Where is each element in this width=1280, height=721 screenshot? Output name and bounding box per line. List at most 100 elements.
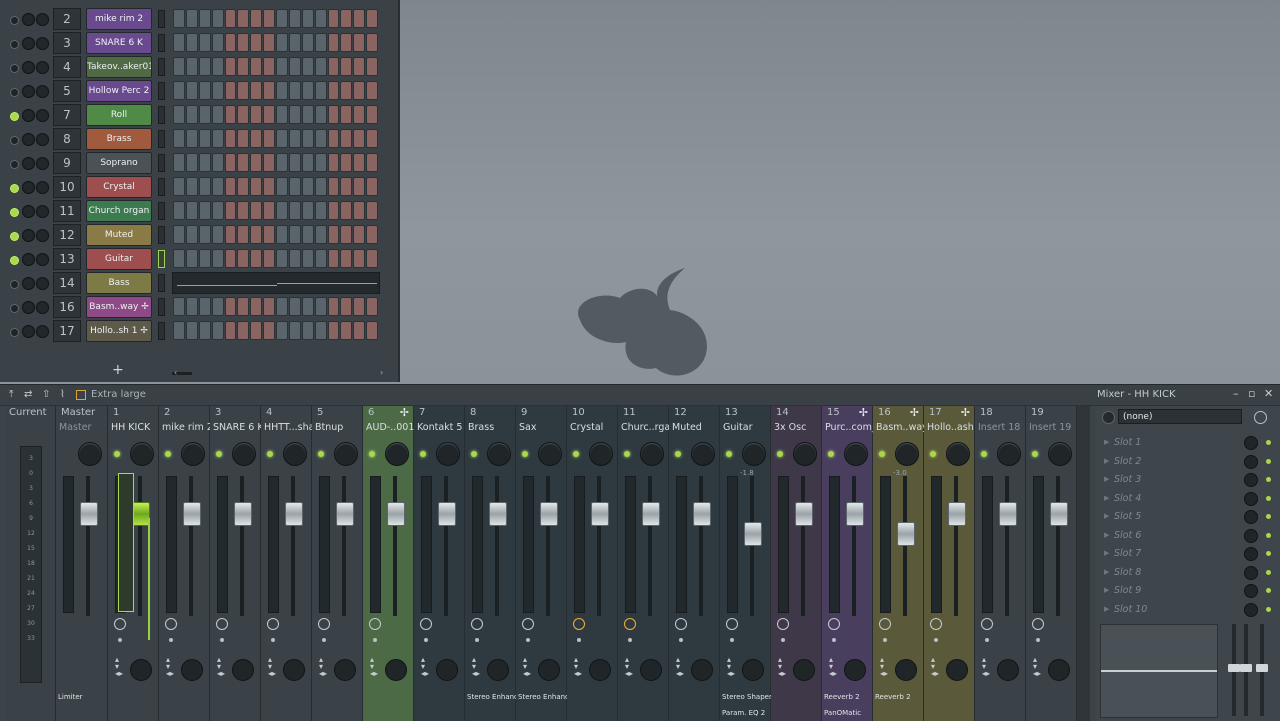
effect-slot[interactable]: ▶ Slot 5 xyxy=(1102,508,1280,526)
route-icon[interactable] xyxy=(879,618,891,630)
route-icon[interactable] xyxy=(675,618,687,630)
step-button[interactable] xyxy=(224,249,237,268)
pan-knob[interactable] xyxy=(232,442,256,466)
slot-label[interactable]: Slot 9 xyxy=(1114,585,1141,596)
step-button[interactable] xyxy=(185,201,198,220)
channel-led[interactable] xyxy=(10,160,19,169)
eq-fader-low[interactable] xyxy=(1228,624,1240,716)
channel-number[interactable]: 16 xyxy=(53,296,81,318)
step-button[interactable] xyxy=(353,201,366,220)
step-button[interactable] xyxy=(327,57,340,76)
pan-knob[interactable] xyxy=(22,325,35,338)
slot-mix-knob[interactable] xyxy=(1244,602,1258,617)
step-button[interactable] xyxy=(288,9,301,28)
volume-fader[interactable] xyxy=(336,502,354,526)
step-button[interactable] xyxy=(366,297,378,316)
slot-mix-knob[interactable] xyxy=(1244,510,1258,524)
step-button[interactable] xyxy=(340,321,353,340)
stereo-separation-icon[interactable]: ▴ ▾ ◂▸ xyxy=(829,656,837,678)
step-button[interactable] xyxy=(211,105,224,124)
stereo-knob[interactable] xyxy=(997,659,1019,681)
pan-knob[interactable] xyxy=(946,442,970,466)
slot-mix-knob[interactable] xyxy=(1244,547,1258,561)
step-button[interactable] xyxy=(340,201,353,220)
stereo-separation-icon[interactable]: ▴ ▾ ◂▸ xyxy=(217,656,225,678)
step-button[interactable] xyxy=(250,57,263,76)
effect-slot-label[interactable]: Reeverb 2 xyxy=(824,693,860,701)
step-button[interactable] xyxy=(276,129,288,148)
pan-knob[interactable] xyxy=(436,442,460,466)
slot-mix-knob[interactable] xyxy=(1244,473,1258,487)
effect-slot[interactable]: ▶ Slot 6 xyxy=(1102,527,1280,545)
expand-icon[interactable]: ▶ xyxy=(1104,531,1109,539)
step-button[interactable] xyxy=(211,297,224,316)
slot-enable-led[interactable] xyxy=(1266,606,1271,612)
strip-enable-led[interactable] xyxy=(165,451,171,457)
stereo-dot[interactable] xyxy=(475,638,479,642)
pan-knob[interactable] xyxy=(22,133,35,146)
slot-enable-led[interactable] xyxy=(1266,569,1271,575)
stereo-separation-icon[interactable]: ▴ ▾ ◂▸ xyxy=(1033,656,1041,678)
step-button[interactable] xyxy=(263,57,275,76)
stereo-dot[interactable] xyxy=(730,638,734,642)
step-button[interactable] xyxy=(366,201,378,220)
step-button[interactable] xyxy=(237,129,250,148)
slot-mix-knob[interactable] xyxy=(1244,454,1258,469)
channel-name-button[interactable]: mike rim 2 xyxy=(86,8,152,30)
step-button[interactable] xyxy=(250,153,263,172)
volume-fader[interactable] xyxy=(438,502,456,526)
step-button[interactable] xyxy=(173,177,185,196)
step-button[interactable] xyxy=(340,153,353,172)
preset-select[interactable]: (none) xyxy=(1118,409,1242,424)
slot-label[interactable]: Slot 4 xyxy=(1114,493,1141,504)
stereo-knob[interactable] xyxy=(946,659,968,681)
effect-slot[interactable]: ▶ Slot 8 xyxy=(1102,564,1280,582)
route-icon[interactable] xyxy=(216,618,228,630)
slot-enable-led[interactable] xyxy=(1266,440,1271,445)
channel-number[interactable]: 3 xyxy=(53,32,81,54)
step-button[interactable] xyxy=(314,33,327,52)
effect-slot[interactable]: ▶ Slot 1 xyxy=(1102,434,1280,452)
channel-name-button[interactable]: Bass xyxy=(86,272,152,294)
step-button[interactable] xyxy=(198,9,211,28)
mixer-size-label[interactable]: Extra large xyxy=(91,389,146,400)
strip-enable-led[interactable] xyxy=(726,451,732,457)
volume-fader[interactable] xyxy=(795,502,813,526)
step-button[interactable] xyxy=(276,9,288,28)
step-button[interactable] xyxy=(327,201,340,220)
step-button[interactable] xyxy=(353,321,366,340)
step-button[interactable] xyxy=(340,249,353,268)
scroll-left-icon[interactable]: ‹ xyxy=(174,368,177,377)
strip-enable-led[interactable] xyxy=(624,451,630,457)
pan-knob[interactable] xyxy=(22,13,35,26)
step-button[interactable] xyxy=(340,57,353,76)
volume-fader[interactable] xyxy=(285,502,303,526)
step-button[interactable] xyxy=(301,105,314,124)
step-button[interactable] xyxy=(173,153,185,172)
step-button[interactable] xyxy=(237,297,250,316)
route-icon[interactable] xyxy=(522,618,534,630)
step-button[interactable] xyxy=(327,9,340,28)
stereo-separation-icon[interactable]: ▴ ▾ ◂▸ xyxy=(370,656,378,678)
step-button[interactable] xyxy=(353,9,366,28)
route-icon[interactable] xyxy=(165,618,177,630)
step-button[interactable] xyxy=(173,201,185,220)
volume-fader[interactable] xyxy=(80,502,98,526)
step-button[interactable] xyxy=(198,201,211,220)
stereo-dot[interactable] xyxy=(1036,638,1040,642)
stereo-separation-icon[interactable]: ▴ ▾ ◂▸ xyxy=(574,656,582,678)
step-button[interactable] xyxy=(340,105,353,124)
stereo-knob[interactable] xyxy=(1048,659,1070,681)
pan-knob[interactable] xyxy=(1048,442,1072,466)
stereo-separation-icon[interactable]: ▴ ▾ ◂▸ xyxy=(880,656,888,678)
step-button[interactable] xyxy=(314,129,327,148)
minimize-icon[interactable]: – xyxy=(1233,387,1239,400)
step-button[interactable] xyxy=(185,297,198,316)
volume-fader[interactable] xyxy=(1050,502,1068,526)
stereo-dot[interactable] xyxy=(424,638,428,642)
step-button[interactable] xyxy=(353,225,366,244)
step-button[interactable] xyxy=(288,57,301,76)
effect-slot[interactable]: ▶ Slot 4 xyxy=(1102,490,1280,508)
pin-icon[interactable]: ⤒ xyxy=(9,390,20,400)
step-button[interactable] xyxy=(250,297,263,316)
